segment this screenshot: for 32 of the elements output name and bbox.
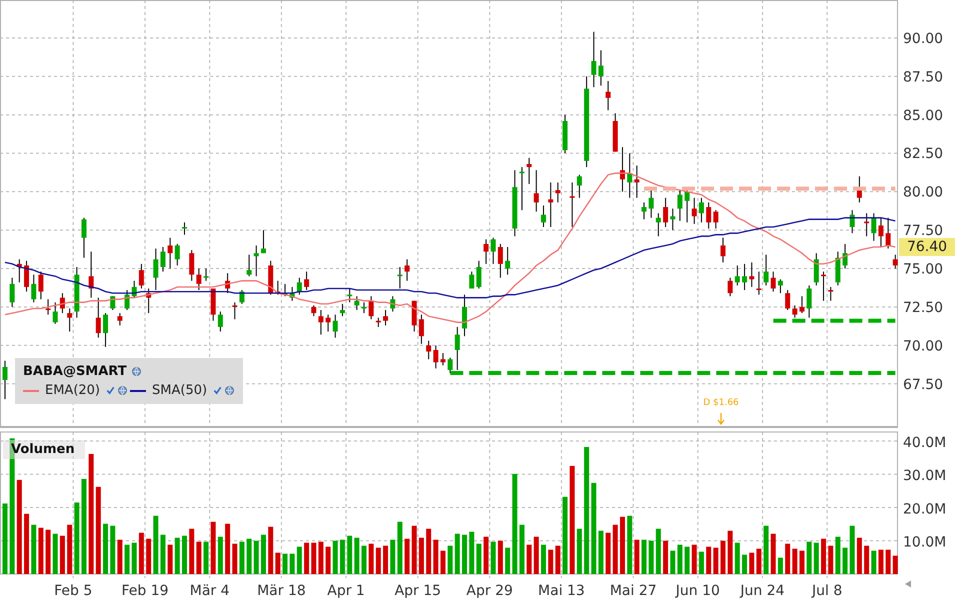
date-label: Jun 10 bbox=[676, 583, 720, 599]
axis-label: 87.50 bbox=[903, 69, 944, 86]
panel-title: Volumen bbox=[3, 440, 85, 459]
axis-label: 20.0M bbox=[903, 502, 946, 518]
indicator-label: SMA(50) bbox=[152, 383, 208, 398]
axis-label: 90.00 bbox=[903, 30, 944, 47]
date-label: Apr 29 bbox=[466, 583, 513, 599]
indicator-label: EMA(20) bbox=[45, 383, 100, 398]
axis-label: 67.50 bbox=[903, 376, 944, 393]
date-label: Apr 15 bbox=[394, 583, 442, 599]
symbol-label: BABA@SMART bbox=[23, 364, 127, 379]
axis-label: 70.00 bbox=[903, 338, 944, 354]
axis-label: 72.50 bbox=[903, 300, 944, 316]
date-label: Feb 19 bbox=[121, 583, 169, 599]
date-label: Mär 4 bbox=[190, 583, 230, 599]
date-label: Jun 24 bbox=[740, 583, 785, 599]
date-label: Mär 18 bbox=[257, 583, 306, 599]
axis-label: 80.00 bbox=[903, 184, 944, 201]
axis-label: 82.50 bbox=[903, 146, 944, 162]
axis-label: 85.00 bbox=[903, 108, 944, 124]
axis-label: 10.0M bbox=[903, 534, 946, 551]
axis-label: 30.0M bbox=[903, 468, 946, 484]
dividend-label: D $1.66 bbox=[703, 398, 739, 408]
date-label: Apr 1 bbox=[327, 583, 365, 599]
price-tag: 76.40 bbox=[899, 238, 955, 256]
axis-label: 75.00 bbox=[903, 262, 944, 278]
date-label: Mai 13 bbox=[538, 583, 585, 599]
date-label: Mai 27 bbox=[610, 583, 657, 599]
date-label: Jul 8 bbox=[812, 583, 842, 599]
axis-label: 77.50 bbox=[903, 223, 944, 240]
date-label: Feb 5 bbox=[54, 583, 92, 599]
axis-label: 40.0M bbox=[903, 434, 946, 451]
